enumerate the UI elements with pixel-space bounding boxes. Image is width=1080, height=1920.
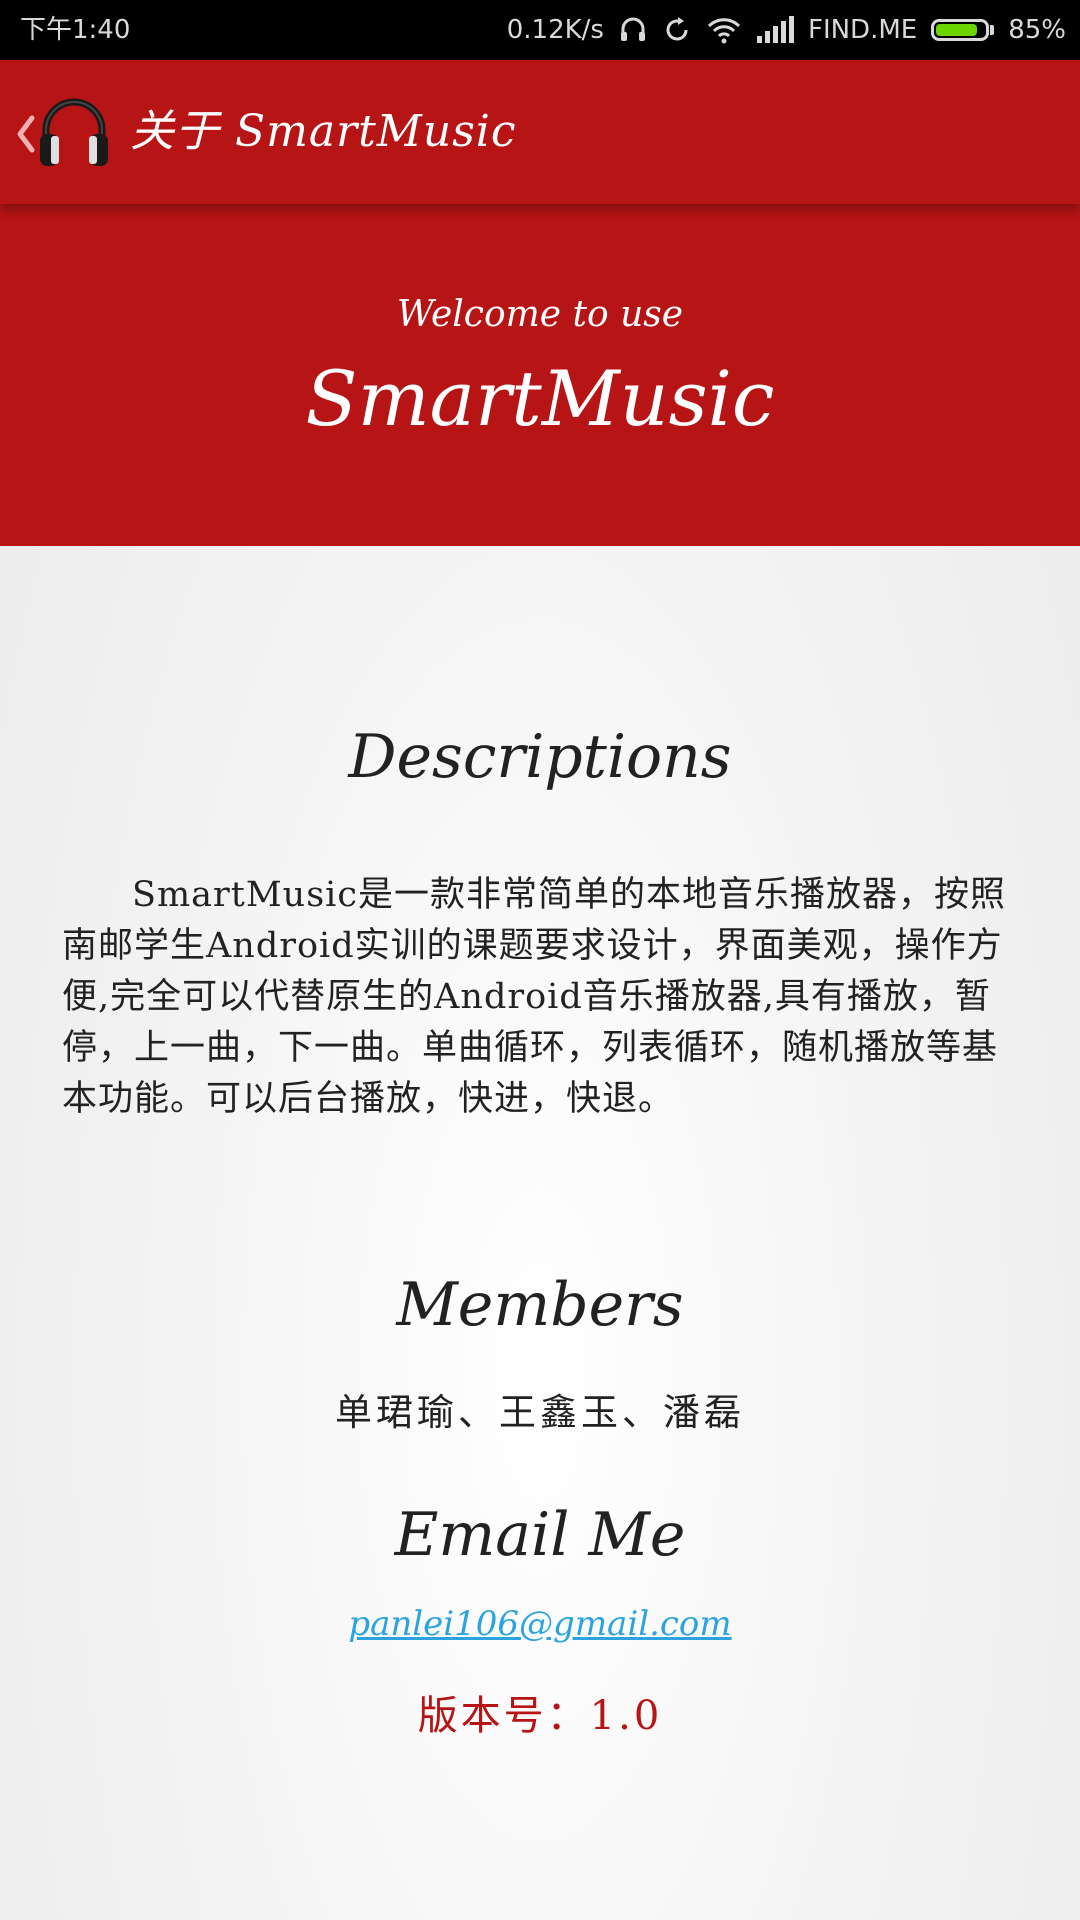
email-link[interactable]: panlei106@gmail.com xyxy=(0,1604,1080,1644)
battery-level xyxy=(936,24,977,36)
status-icons: 0.12K/s FIND.ME 85% xyxy=(507,0,1066,60)
hero-title: SmartMusic xyxy=(305,354,775,443)
version-label: 版本号：1.0 xyxy=(417,1693,663,1739)
sync-icon xyxy=(662,15,692,45)
description-text: SmartMusic是一款非常简单的本地音乐播放器，按照南邮学生Android实… xyxy=(62,875,1006,1119)
hero-subtitle: Welcome to use xyxy=(396,294,684,335)
headset-icon xyxy=(618,15,648,45)
hero-banner: Welcome to use SmartMusic xyxy=(0,204,1080,546)
wifi-icon xyxy=(706,15,742,45)
descriptions-heading: Descriptions xyxy=(348,722,732,792)
members-names: 单珺瑜、王鑫玉、潘磊 xyxy=(335,1391,745,1434)
battery-icon xyxy=(931,19,995,41)
carrier-label: FIND.ME xyxy=(807,15,918,45)
app-bar: 关于 SmartMusic xyxy=(0,60,1080,204)
email-heading: Email Me xyxy=(394,1500,686,1570)
about-screen: 下午1:40 0.12K/s FIND.ME 85% 关于 SmartMusic… xyxy=(0,0,1080,1920)
network-speed: 0.12K/s xyxy=(506,15,604,45)
signal-icon xyxy=(756,16,794,44)
app-bar-title: 关于 SmartMusic xyxy=(130,106,517,157)
status-bar: 下午1:40 0.12K/s FIND.ME 85% xyxy=(0,0,1080,60)
members-heading: Members xyxy=(396,1270,684,1340)
headphones-icon[interactable] xyxy=(36,94,112,170)
status-time: 下午1:40 xyxy=(20,15,131,45)
battery-percent: 85% xyxy=(1008,15,1066,45)
